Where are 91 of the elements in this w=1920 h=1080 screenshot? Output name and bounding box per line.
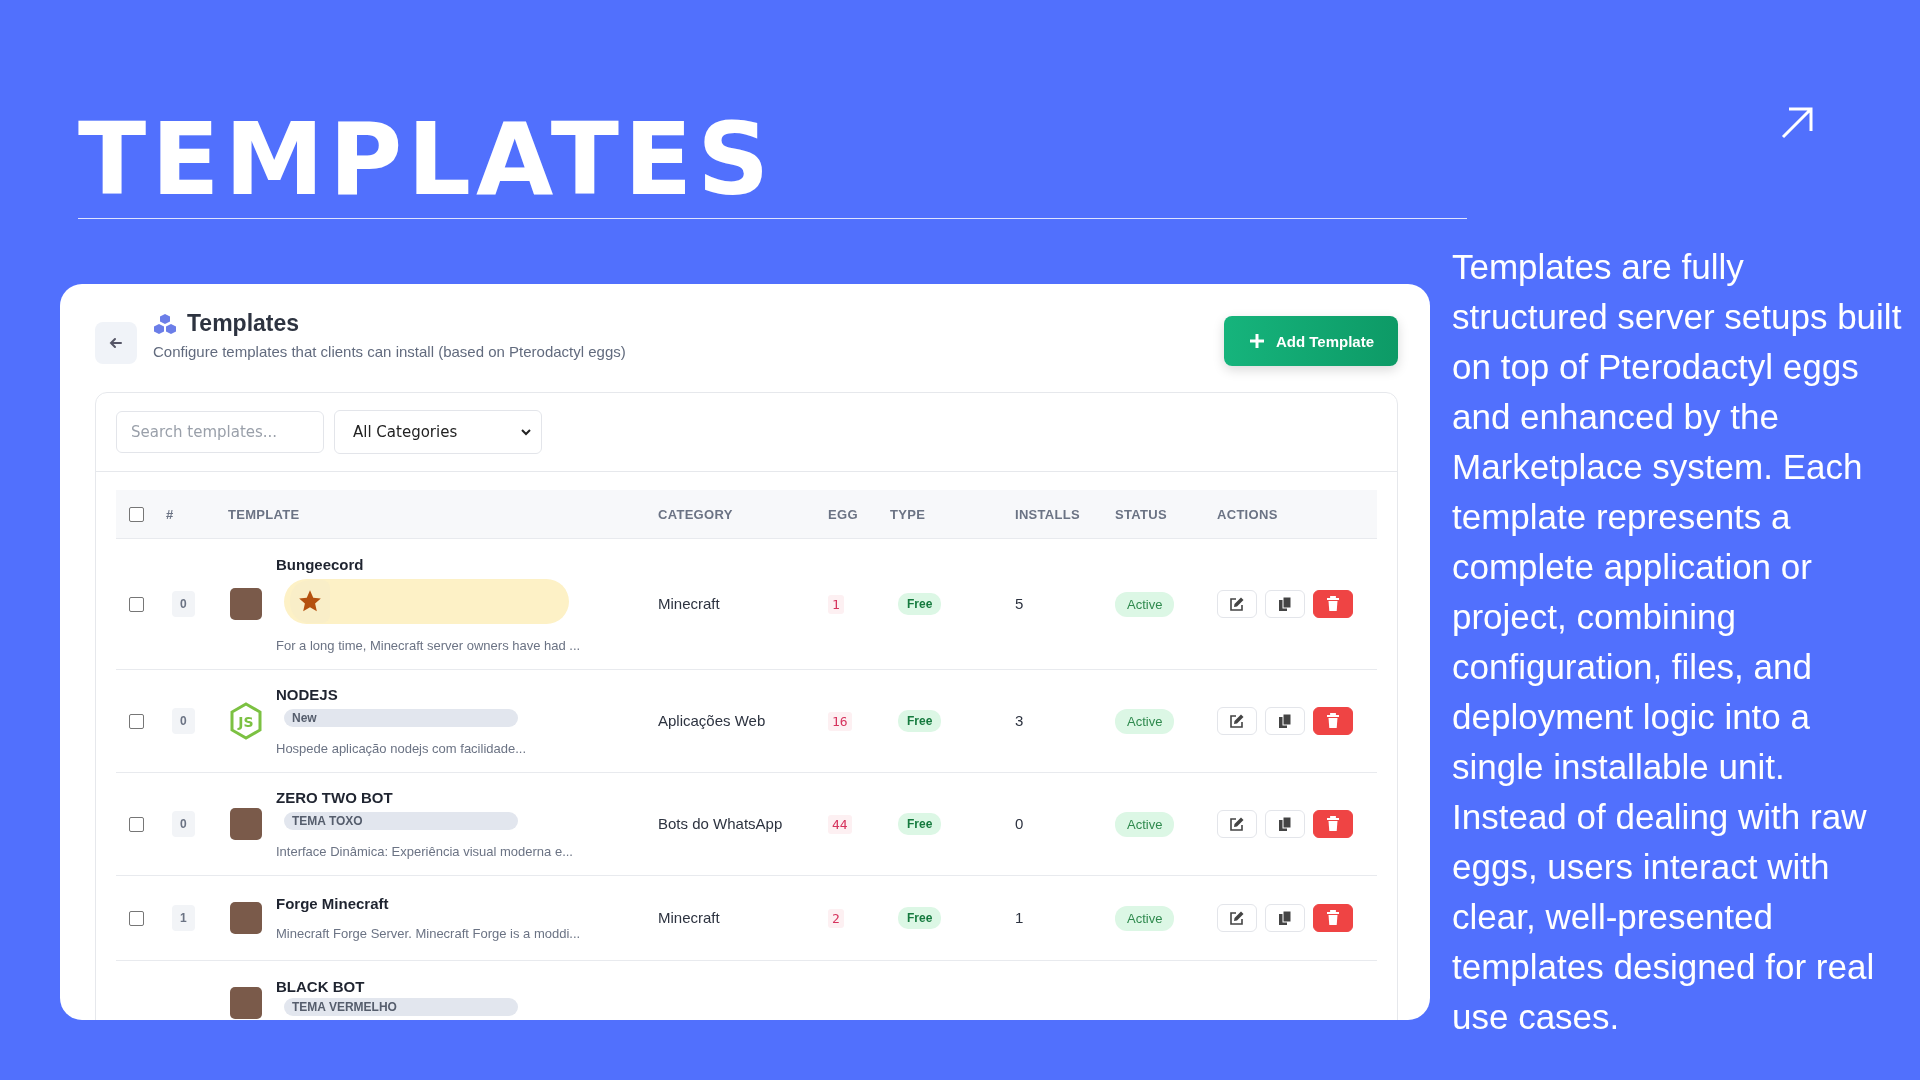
edit-icon xyxy=(1229,816,1245,832)
page-title: Templates xyxy=(187,310,300,337)
row-checkbox[interactable] xyxy=(129,911,144,927)
page-subtitle: Configure templates that clients can install (based on Pterodactyl eggs) xyxy=(153,343,627,360)
column-header: TYPE xyxy=(890,506,927,522)
thumbnail-placeholder xyxy=(230,808,262,840)
copy-icon xyxy=(1278,596,1292,612)
category-text: Bots do WhatsApp xyxy=(658,815,783,832)
delete-button[interactable] xyxy=(1313,810,1353,838)
edit-button[interactable] xyxy=(1217,707,1257,735)
copy-icon xyxy=(1278,713,1292,729)
trash-icon xyxy=(1326,816,1340,832)
duplicate-button[interactable] xyxy=(1265,590,1305,618)
search-field[interactable]: Search templates... xyxy=(116,411,324,453)
column-header: ACTIONS xyxy=(1217,506,1279,522)
thumbnail-placeholder xyxy=(230,588,262,620)
chevron-down-icon xyxy=(521,428,531,436)
edit-button[interactable] xyxy=(1217,904,1257,932)
edit-button[interactable] xyxy=(1217,810,1257,838)
order-number: 0 xyxy=(172,708,195,734)
template-name: BLACK BOT xyxy=(276,978,365,995)
duplicate-button[interactable] xyxy=(1265,904,1305,932)
template-name: ZERO TWO BOT xyxy=(276,789,393,806)
column-header: TEMPLATE xyxy=(228,506,301,522)
template-name: Bungeecord xyxy=(276,555,364,573)
trash-icon xyxy=(1326,910,1340,926)
installs-count: 5 xyxy=(1015,595,1024,612)
thumbnail-placeholder xyxy=(230,987,262,1019)
template-description: Interface Dinâmica: Experiência visual moderna e... xyxy=(276,844,573,859)
installs-count: 1 xyxy=(1015,909,1024,926)
type-badge: Free xyxy=(898,710,942,732)
description-paragraph: Templates are fully structured server setups built on top of Pterodactyl eggs and enhanced by the Marketplace system. Each template represents a complete application or project, combining configuration, files, and deployment logic into a single installable unit. Instead of dealing with raw eggs, users interact with clear, well-presented templates designed for real use cases. xyxy=(1452,246,1903,1038)
cubes-icon xyxy=(153,312,177,335)
status-badge: Active xyxy=(1115,708,1175,734)
back-arrow-icon xyxy=(109,336,123,350)
egg-id: 1 xyxy=(828,594,844,614)
column-header: STATUS xyxy=(1115,506,1168,522)
column-header: CATEGORY xyxy=(658,506,734,522)
thumbnail-placeholder xyxy=(230,902,262,934)
tag-badge: New xyxy=(284,709,518,727)
type-badge: Free xyxy=(898,813,942,835)
row-checkbox[interactable] xyxy=(129,597,144,613)
egg-id: 44 xyxy=(828,814,852,834)
tag-badge: TEMA VERMELHO xyxy=(284,998,518,1016)
status-badge: Active xyxy=(1115,811,1175,837)
order-number: 0 xyxy=(172,591,195,617)
hexagon-logo: JS xyxy=(229,702,263,740)
category-text: Minecraft xyxy=(658,909,720,926)
egg-id: 2 xyxy=(828,908,844,928)
category-text: Aplicações Web xyxy=(658,712,766,729)
trash-icon xyxy=(1326,713,1340,729)
type-badge: Free xyxy=(898,593,942,615)
trash-icon xyxy=(1326,596,1340,612)
template-description: Minecraft Forge Server. Minecraft Forge is a moddi... xyxy=(276,926,581,941)
star-icon xyxy=(297,588,323,614)
status-badge: Active xyxy=(1115,905,1175,931)
plus-icon xyxy=(1247,332,1266,350)
edit-icon xyxy=(1229,910,1245,926)
edit-icon xyxy=(1229,596,1245,612)
installs-count: 0 xyxy=(1015,815,1024,832)
delete-button[interactable] xyxy=(1313,904,1353,932)
copy-icon xyxy=(1278,816,1292,832)
duplicate-button[interactable] xyxy=(1265,707,1305,735)
row-checkbox[interactable] xyxy=(129,714,144,730)
installs-count: 3 xyxy=(1015,712,1024,729)
slide-title: TEMPLATES xyxy=(78,110,775,210)
edit-button[interactable] xyxy=(1217,590,1257,618)
delete-button[interactable] xyxy=(1313,707,1353,735)
back-button[interactable] xyxy=(95,322,137,364)
tag-badge: TEMA TOXO xyxy=(284,812,518,830)
row-checkbox[interactable] xyxy=(129,817,144,833)
order-number: 1 xyxy=(172,905,195,931)
egg-id: 16 xyxy=(828,711,852,731)
type-badge: Free xyxy=(898,907,942,929)
delete-button[interactable] xyxy=(1313,590,1353,618)
template-description: For a long time, Minecraft server owners have had ... xyxy=(276,637,581,653)
column-header: EGG xyxy=(828,506,859,522)
edit-icon xyxy=(1229,713,1245,729)
category-dropdown[interactable]: All Categories xyxy=(334,410,542,454)
status-badge: Active xyxy=(1115,591,1175,617)
arrow-up-right-icon xyxy=(1780,106,1814,140)
order-number: 0 xyxy=(172,811,195,837)
duplicate-button[interactable] xyxy=(1265,810,1305,838)
column-header: # xyxy=(166,506,175,522)
template-name: NODEJS xyxy=(276,686,338,703)
column-header: INSTALLS xyxy=(1015,506,1081,522)
template-description: Hospede aplicação nodejs com facilidade... xyxy=(276,741,527,756)
select-all-checkbox[interactable] xyxy=(129,507,144,523)
copy-icon xyxy=(1278,910,1292,926)
category-text: Minecraft xyxy=(658,595,720,612)
template-name: Forge Minecraft xyxy=(276,895,389,912)
